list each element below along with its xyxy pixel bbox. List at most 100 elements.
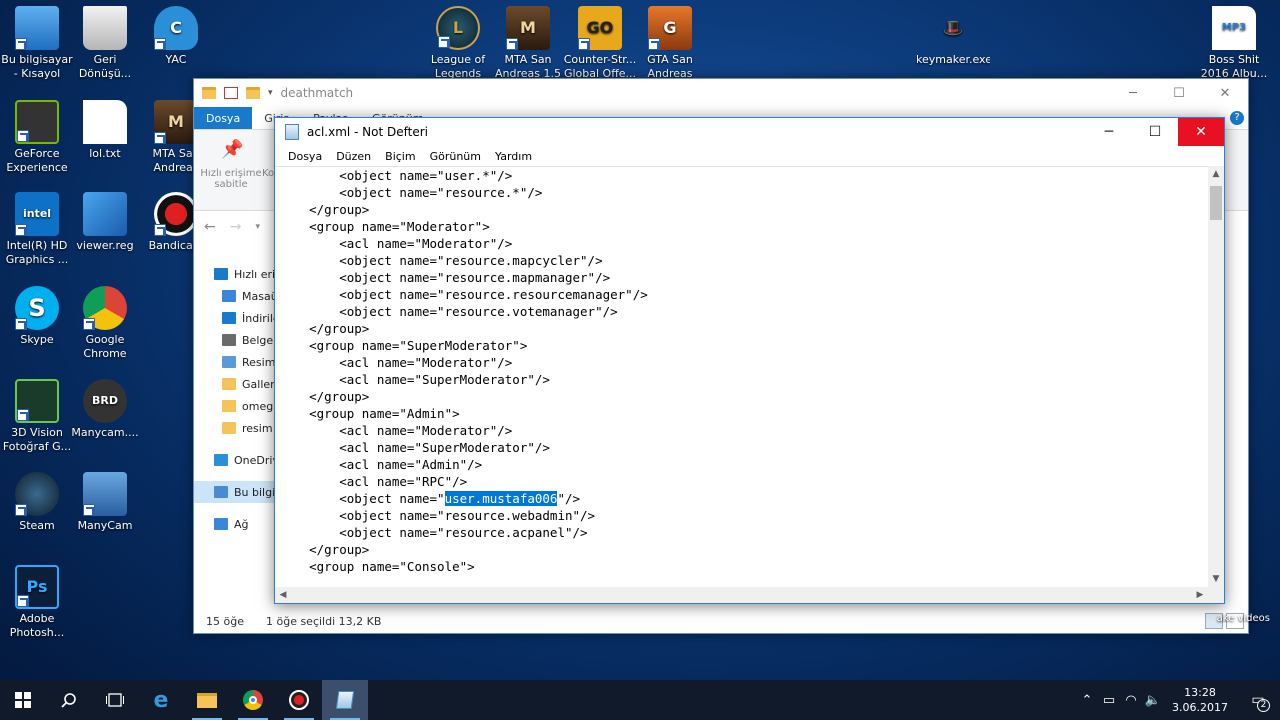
scroll-down-icon[interactable]: ▼ (1208, 571, 1224, 587)
nav-item[interactable]: Bu bilgisayar (194, 481, 276, 503)
desktop-icon[interactable]: BRD Manycam.... (68, 379, 142, 440)
scroll-left-icon[interactable]: ◀ (275, 587, 291, 603)
taskbar-notepad[interactable] (322, 680, 368, 720)
code-line: <acl name="SuperModerator"/> (279, 440, 550, 455)
code-line: <group name="Console"> (279, 559, 475, 574)
desktop-icon[interactable]: 🎩 keymaker.exe (916, 6, 990, 67)
nav-item[interactable]: Hızlı erişim (194, 263, 276, 285)
volume-icon[interactable]: 🔈 (1142, 680, 1164, 720)
manycam-file-icon: BRD (83, 379, 127, 423)
desktop-icon[interactable]: MP3 Boss Shit 2016 Albu... (1197, 6, 1271, 81)
system-tray: ⌃ ▭ ◠ 🔈 13:28 3.06.2017 ▭ 2 (1076, 680, 1280, 720)
desktop-icon[interactable]: intel Intel(R) HD Graphics ... (0, 192, 74, 267)
desktop-icon[interactable]: Geri Dönüşü... (68, 6, 142, 81)
notepad-window[interactable]: acl.xml - Not Defteri ─ ☐ ✕ Dosya Düzen … (274, 117, 1225, 604)
desktop-icon-label: Adobe Photosh... (9, 612, 65, 639)
windows-logo-icon (15, 692, 31, 708)
desktop-icon[interactable]: C YAC (139, 6, 213, 67)
desktop-icon[interactable]: Steam (0, 472, 74, 533)
desktop-icon-label: 3D Vision Fotoğraf G... (2, 426, 72, 453)
recent-locations-icon[interactable]: ▾ (255, 222, 260, 232)
network-icon[interactable]: ◠ (1120, 680, 1142, 720)
code-line: <acl name="Moderator"/> (279, 423, 513, 438)
menu-bicim[interactable]: Biçim (378, 150, 422, 163)
maximize-button[interactable]: ☐ (1156, 79, 1202, 107)
tab-dosya[interactable]: Dosya (194, 107, 253, 129)
scroll-right-icon[interactable]: ▶ (1192, 587, 1208, 603)
help-icon[interactable]: ? (1230, 111, 1244, 125)
nav-item[interactable]: Masaüstü (194, 285, 276, 307)
desktop-icon[interactable]: lol.txt (68, 100, 142, 161)
desktop-icon[interactable]: Bu bilgisayar - Kısayol (0, 6, 74, 81)
taskbar-chrome[interactable] (230, 680, 276, 720)
notepad-minimize-button[interactable]: ─ (1086, 118, 1132, 146)
quick-access-dropdown-icon[interactable]: ▾ (268, 88, 273, 98)
menu-yardim[interactable]: Yardım (488, 150, 539, 163)
desktop-icon[interactable]: Google Chrome (68, 286, 142, 361)
vertical-scrollbar[interactable]: ▲ ▼ (1208, 166, 1224, 587)
search-button[interactable] (46, 680, 92, 720)
taskbar-edge[interactable]: e (138, 680, 184, 720)
shortcut-arrow-icon (578, 38, 590, 50)
notepad-close-button[interactable]: ✕ (1178, 118, 1224, 146)
back-arrow-icon[interactable]: ← (204, 219, 216, 235)
nav-item[interactable]: Ağ (194, 513, 276, 535)
nav-item[interactable]: omegle (194, 395, 276, 417)
forward-arrow-icon[interactable]: → (230, 219, 242, 235)
properties-icon[interactable] (224, 87, 238, 99)
power-icon[interactable]: ▭ (1098, 680, 1120, 720)
minimize-button[interactable]: ─ (1110, 79, 1156, 107)
nav-item[interactable]: OneDrive (194, 449, 276, 471)
desktop-icon[interactable]: GO Counter-Str... Global Offe... (563, 6, 637, 81)
scroll-up-icon[interactable]: ▲ (1208, 166, 1224, 182)
desktop-icon[interactable]: ManyCam (68, 472, 142, 533)
shortcut-arrow-icon (15, 318, 27, 330)
notepad-maximize-button[interactable]: ☐ (1132, 118, 1178, 146)
desktop-icon[interactable]: L League of Legends (421, 6, 495, 81)
desktop-icon-label: YAC (165, 53, 187, 66)
task-view-button[interactable] (92, 680, 138, 720)
desktop-icon[interactable]: M MTA San Andreas 1.5 (491, 6, 565, 81)
pin-quick-access-button[interactable]: 📌 Hızlı erişime sabitle (200, 136, 262, 204)
notification-badge: 2 (1257, 699, 1270, 712)
start-button[interactable] (0, 680, 46, 720)
menu-duzen[interactable]: Düzen (329, 150, 378, 163)
notepad-titlebar[interactable]: acl.xml - Not Defteri ─ ☐ ✕ (275, 118, 1224, 146)
desktop-icon[interactable]: Ps Adobe Photosh... (0, 565, 74, 640)
nav-item-icon (222, 378, 236, 390)
mta-icon: M (506, 6, 550, 50)
taskbar-file-explorer[interactable] (184, 680, 230, 720)
notepad-icon (335, 691, 355, 709)
shortcut-arrow-icon (154, 132, 166, 144)
close-button[interactable]: ✕ (1202, 79, 1248, 107)
desktop-icon[interactable]: G GTA San Andreas (633, 6, 707, 81)
action-center-button[interactable]: ▭ 2 (1236, 680, 1280, 720)
nav-item[interactable]: İndirilenler (194, 307, 276, 329)
nav-item-icon (222, 422, 236, 434)
resize-grip[interactable] (1208, 587, 1224, 603)
menu-dosya[interactable]: Dosya (281, 150, 329, 163)
code-line: </group> (279, 542, 370, 557)
computer-icon (15, 6, 59, 50)
nav-item[interactable]: Belgeler (194, 329, 276, 351)
geforce-icon (15, 100, 59, 144)
desktop-icon[interactable]: GeForce Experience (0, 100, 74, 175)
menu-gorunum[interactable]: Görünüm (423, 150, 488, 163)
desktop-icon-label: Intel(R) HD Graphics ... (5, 239, 69, 266)
desktop-icon[interactable]: 3D Vision Fotoğraf G... (0, 379, 74, 454)
taskbar-bandicam[interactable] (276, 680, 322, 720)
text-editor[interactable]: <object name="user.*"/> <object name="re… (275, 166, 1208, 587)
desktop-icon[interactable]: viewer.reg (68, 192, 142, 253)
new-folder-icon[interactable] (246, 87, 260, 99)
shortcut-arrow-icon (15, 224, 27, 236)
vertical-scroll-thumb[interactable] (1210, 186, 1222, 220)
nav-item[interactable]: resim (194, 417, 276, 439)
horizontal-scrollbar[interactable]: ◀ ▶ (275, 587, 1208, 603)
explorer-titlebar[interactable]: ▾ deathmatch ─ ☐ ✕ (194, 79, 1248, 107)
nav-item[interactable]: Resimler (194, 351, 276, 373)
clock[interactable]: 13:28 3.06.2017 (1164, 685, 1236, 715)
show-hidden-icons-icon[interactable]: ⌃ (1076, 680, 1098, 720)
desktop-icon[interactable]: S Skype (0, 286, 74, 347)
selected-text[interactable]: user.mustafa006 (444, 491, 558, 506)
nav-item[interactable]: Gallery (194, 373, 276, 395)
